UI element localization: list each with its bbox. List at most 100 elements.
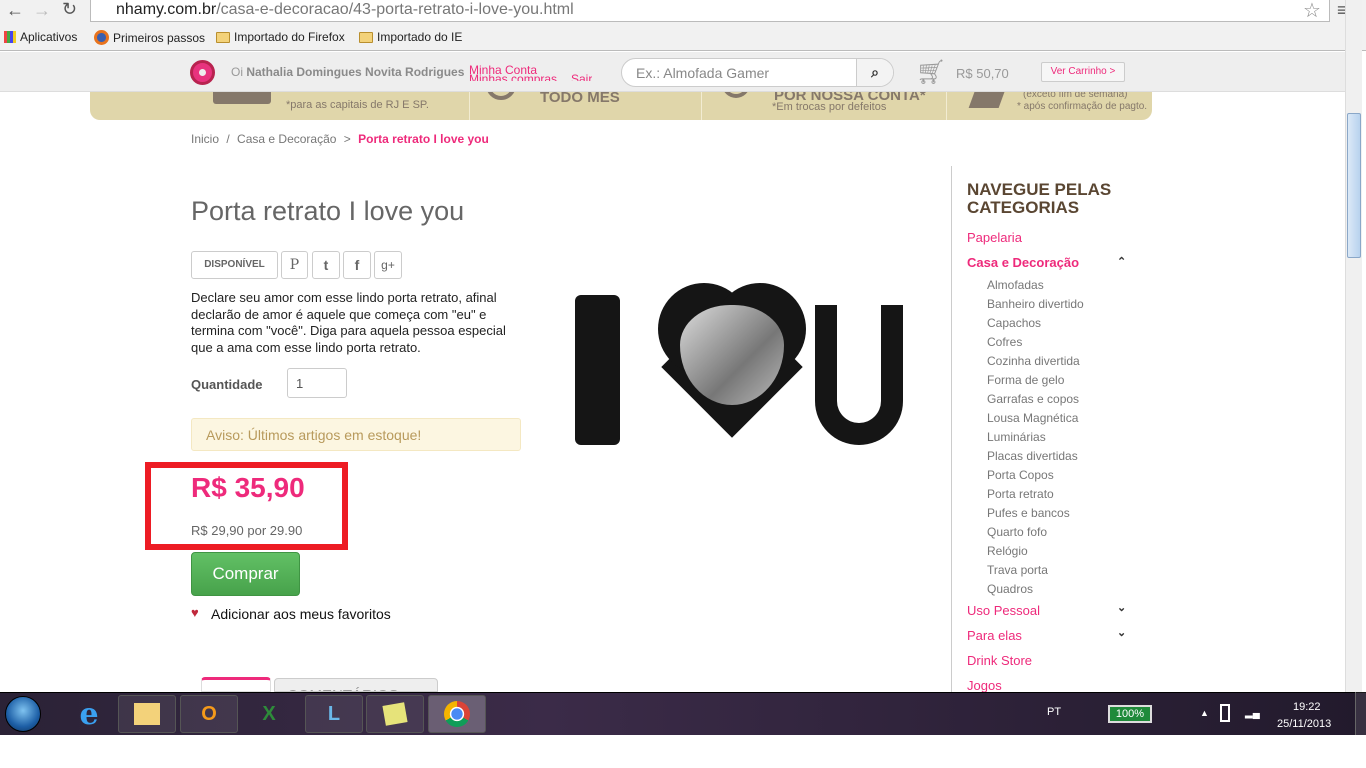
sidebar-divider (951, 166, 952, 696)
subcategory-item[interactable]: Relógio (987, 544, 1028, 558)
sidebar-title: NAVEGUE PELAS CATEGORIAS (967, 180, 1112, 217)
reload-icon[interactable]: ↻ (62, 0, 77, 20)
subcategory-item[interactable]: Banheiro divertido (987, 297, 1084, 311)
ie-icon[interactable]: e (60, 695, 118, 733)
banner-note: * após confirmação de pagto. (1017, 101, 1148, 112)
breadcrumb-separator: > (343, 132, 351, 146)
banner-note: *para as capitais de RJ E SP. (286, 99, 429, 111)
product-image[interactable] (560, 275, 920, 465)
subcategory-item[interactable]: Porta Copos (987, 468, 1054, 482)
tray-expand-icon[interactable]: ▲ (1200, 708, 1209, 718)
clock-date[interactable]: 25/11/2013 (1277, 718, 1331, 730)
subcategory-item[interactable]: Forma de gelo (987, 373, 1064, 387)
clock-time[interactable]: 19:22 (1293, 701, 1321, 713)
excel-icon[interactable]: X (240, 695, 298, 733)
chevron-up-icon[interactable]: ⌃ (1117, 255, 1126, 268)
subcategory-item[interactable]: Cozinha divertida (987, 354, 1080, 368)
price-detail: R$ 29,90 por 29.90 (191, 523, 303, 538)
network-icon[interactable] (1220, 704, 1230, 722)
heart-plus-icon[interactable]: ♥ (191, 605, 199, 620)
stock-notice: Aviso: Últimos artigos em estoque! (191, 418, 521, 451)
category-papelaria[interactable]: Papelaria (967, 230, 1022, 245)
chevron-down-icon[interactable]: ⌄ (1117, 626, 1126, 639)
googleplus-share-button[interactable]: g+ (374, 251, 402, 279)
chrome-icon[interactable] (428, 695, 486, 733)
bookmark-label: Importado do IE (377, 30, 463, 44)
search-button[interactable]: ⌕ (856, 59, 893, 86)
bookmark-primeiros-passos[interactable]: Primeiros passos (94, 30, 205, 45)
subcategory-item[interactable]: Capachos (987, 316, 1041, 330)
bookmark-label: Aplicativos (20, 30, 78, 44)
sticky-notes-icon[interactable] (366, 695, 424, 733)
user-name: Nathalia Domingues Novita Rodrigues (246, 65, 465, 79)
user-greeting: Oi Nathalia Domingues Novita Rodrigues (231, 65, 464, 79)
language-indicator[interactable]: PT (1047, 706, 1061, 718)
outlook-icon[interactable]: O (180, 695, 238, 733)
start-button[interactable] (5, 696, 41, 732)
ver-carrinho-button[interactable]: Ver Carrinho > (1041, 62, 1125, 82)
chevron-down-icon[interactable]: ⌄ (1117, 601, 1126, 614)
subcategory-item[interactable]: Luminárias (987, 430, 1046, 444)
bookmark-star-icon[interactable]: ☆ (1303, 0, 1321, 23)
add-favorites-link[interactable]: Adicionar aos meus favoritos (211, 606, 391, 622)
subcategory-item[interactable]: Quarto fofo (987, 525, 1047, 539)
bookmark-ie-folder[interactable]: Importado do IE (359, 30, 462, 44)
quantity-input[interactable] (287, 368, 347, 398)
bookmark-firefox-folder[interactable]: Importado do Firefox (216, 30, 345, 44)
pinterest-share-button[interactable]: P (281, 251, 308, 279)
category-casa-decoracao[interactable]: Casa e Decoração (967, 255, 1079, 270)
googleplus-icon: g+ (381, 258, 395, 272)
minhas-compras-link[interactable]: Minhas compras (469, 73, 557, 81)
bookmark-label: Primeiros passos (113, 30, 206, 45)
signal-icon[interactable]: ▂▄ (1245, 708, 1260, 719)
url-host: nhamy.com.br (116, 1, 217, 18)
breadcrumb-home[interactable]: Inicio (191, 132, 219, 146)
explorer-icon[interactable] (118, 695, 176, 733)
category-jogos[interactable]: Jogos (967, 678, 1002, 693)
apps-icon (4, 31, 16, 43)
firefox-icon (94, 30, 109, 45)
forward-icon[interactable]: → (33, 0, 51, 21)
facebook-share-button[interactable]: f (343, 251, 371, 279)
heart-frame-shape (648, 283, 816, 451)
scrollbar-thumb[interactable] (1347, 113, 1361, 258)
category-drink-store[interactable]: Drink Store (967, 653, 1032, 668)
back-icon[interactable]: ← (6, 0, 24, 21)
bookmark-apps[interactable]: Aplicativos (4, 30, 77, 44)
donut-logo-icon[interactable] (190, 60, 215, 85)
subcategory-item[interactable]: Almofadas (987, 278, 1044, 292)
subcategory-item[interactable]: Quadros (987, 582, 1033, 596)
subcategory-item[interactable]: Trava porta (987, 563, 1048, 577)
tab-comentarios[interactable]: COMENTÁRIOS (274, 678, 438, 692)
product-price: R$ 35,90 (191, 472, 305, 503)
cart-icon[interactable]: 🛒︎ (916, 58, 946, 87)
twitter-share-button[interactable]: t (312, 251, 340, 279)
quantity-label: Quantidade (191, 377, 263, 392)
buy-button[interactable]: Comprar (191, 552, 300, 596)
subcategory-item[interactable]: Porta retrato (987, 487, 1054, 501)
category-uso-pessoal[interactable]: Uso Pessoal (967, 603, 1040, 618)
greeting-text: Oi (231, 65, 243, 79)
show-desktop-button[interactable] (1355, 692, 1366, 735)
cart-total: R$ 50,70 (956, 66, 1009, 81)
page-scrollbar[interactable] (1345, 0, 1362, 692)
search-input[interactable] (622, 59, 858, 86)
battery-indicator[interactable]: 100% (1108, 705, 1152, 723)
breadcrumb-category[interactable]: Casa e Decoração (237, 132, 336, 146)
tab-mais[interactable]: MAIS (201, 677, 271, 692)
lync-icon[interactable]: L (305, 695, 363, 733)
subcategory-item[interactable]: Garrafas e copos (987, 392, 1079, 406)
url-path: /casa-e-decoracao/43-porta-retrato-i-lov… (216, 1, 574, 18)
search-box: ⌕ (621, 58, 894, 87)
url-text[interactable]: nhamy.com.br/casa-e-decoracao/43-porta-r… (116, 1, 574, 19)
availability-badge: DISPONÍVEL (191, 251, 278, 279)
folder-icon (359, 31, 373, 43)
sair-link[interactable]: Sair (571, 73, 592, 81)
twitter-icon: t (323, 257, 329, 273)
subcategory-item[interactable]: Cofres (987, 335, 1022, 349)
subcategory-item[interactable]: Placas divertidas (987, 449, 1078, 463)
subcategory-item[interactable]: Pufes e bancos (987, 506, 1070, 520)
product-title: Porta retrato I love you (191, 196, 465, 226)
subcategory-item[interactable]: Lousa Magnética (987, 411, 1078, 425)
category-para-elas[interactable]: Para elas (967, 628, 1022, 643)
